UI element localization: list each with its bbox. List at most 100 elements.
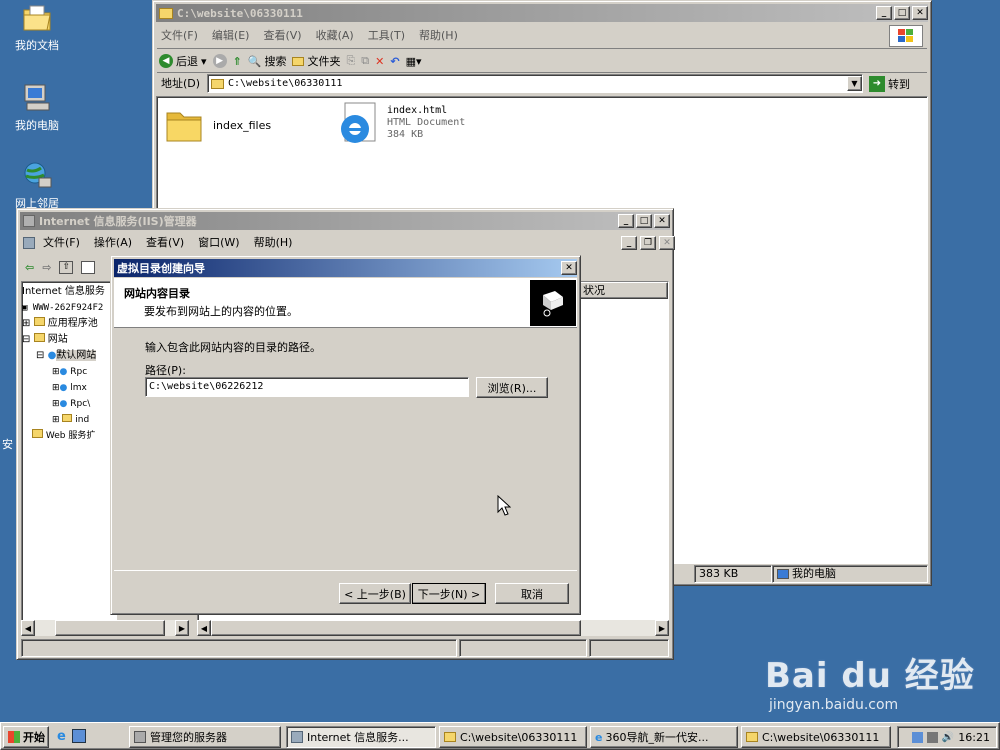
scroll-thumb[interactable] xyxy=(211,620,581,636)
tree-node-rpc[interactable]: ⊞● Rpc xyxy=(22,364,116,380)
folder-icon xyxy=(159,7,173,19)
monitor-tray-icon[interactable] xyxy=(926,731,938,743)
folder-icon xyxy=(166,112,202,142)
desktop-quicklaunch-icon[interactable] xyxy=(71,729,86,743)
tree-node-ind[interactable]: ⊞ ind xyxy=(22,412,116,428)
close-button[interactable]: ✕ xyxy=(654,214,670,228)
clock[interactable]: 16:21 xyxy=(958,731,990,744)
collapse-icon[interactable]: ⊟ xyxy=(22,334,30,345)
scroll-track[interactable] xyxy=(211,620,655,636)
browse-button[interactable]: 浏览(R)... xyxy=(476,377,548,398)
tree-pane[interactable]: Internet 信息服务 ▣ WWW-262F924F2 ⊞ 应用程序池 ⊟ … xyxy=(21,281,117,621)
menu-action[interactable]: 操作(A) xyxy=(94,234,132,252)
menu-help[interactable]: 帮助(H) xyxy=(419,29,458,42)
network-tray-icon[interactable] xyxy=(911,731,923,743)
go-button[interactable]: ➜ 转到 xyxy=(869,74,910,93)
tree-node-root[interactable]: Internet 信息服务 xyxy=(22,284,116,300)
expand-icon[interactable]: ⊞ xyxy=(22,318,30,329)
menu-window[interactable]: 窗口(W) xyxy=(198,234,239,252)
menu-file[interactable]: 文件(F) xyxy=(161,29,198,42)
column-header-status[interactable]: 状况 xyxy=(578,282,668,299)
expand-icon[interactable]: ⊞ xyxy=(52,367,60,377)
ie-quicklaunch-icon[interactable]: e xyxy=(57,729,66,744)
expand-icon[interactable]: ⊞ xyxy=(52,399,60,409)
copy-to-icon[interactable]: ⧉ xyxy=(361,54,369,68)
start-button[interactable]: 开始 xyxy=(3,726,49,748)
menu-view[interactable]: 查看(V) xyxy=(146,234,184,252)
task-server-manager[interactable]: 管理您的服务器 xyxy=(129,726,281,748)
delete-icon[interactable]: ✕ xyxy=(375,55,384,68)
scroll-thumb[interactable] xyxy=(55,620,165,636)
wizard-header: 网站内容目录 要发布到网站上的内容的位置。 xyxy=(114,278,577,328)
globe-icon: ● xyxy=(59,383,68,393)
scroll-track[interactable] xyxy=(35,620,175,636)
menu-edit[interactable]: 编辑(E) xyxy=(212,29,250,42)
tree-node-web-extensions[interactable]: Web 服务扩 xyxy=(22,428,116,444)
minimize-button[interactable]: _ xyxy=(876,6,892,20)
tree-node-server[interactable]: ▣ WWW-262F924F2 xyxy=(22,300,116,316)
task-explorer-2[interactable]: C:\website\06330111 xyxy=(741,726,891,748)
menu-file[interactable]: 文件(F) xyxy=(43,234,80,252)
tree-node-default-site[interactable]: ⊟ ●默认网站 xyxy=(22,348,116,364)
cancel-button[interactable]: 取消 xyxy=(495,583,569,604)
folders-button[interactable]: 文件夹 xyxy=(292,53,340,69)
mdi-close-button[interactable]: ✕ xyxy=(659,236,675,250)
scroll-left-button[interactable]: ◀ xyxy=(21,620,35,636)
tree-node-rpc2[interactable]: ⊞● Rpc\ xyxy=(22,396,116,412)
address-field[interactable]: C:\website\06330111 ▼ xyxy=(207,74,863,93)
desktop-icon-my-computer[interactable]: 我的电脑 xyxy=(2,82,72,133)
task-360-browser[interactable]: e 360导航_新一代安... xyxy=(590,726,738,748)
explorer-titlebar[interactable]: C:\website\06330111 _ □ ✕ xyxy=(156,4,928,22)
desktop-icon-network[interactable]: 网上邻居 xyxy=(2,160,72,211)
close-button[interactable]: ✕ xyxy=(912,6,928,20)
list-item[interactable]: index.html HTML Document 384 KB xyxy=(335,101,465,147)
mdi-minimize-button[interactable]: _ xyxy=(621,236,637,250)
maximize-button[interactable]: □ xyxy=(636,214,652,228)
path-input[interactable]: C:\website\06226212 xyxy=(145,377,469,397)
quick-launch: e xyxy=(57,729,86,744)
menu-tools[interactable]: 工具(T) xyxy=(368,29,405,42)
windows-flag-icon xyxy=(8,731,20,743)
list-item[interactable]: index_files xyxy=(165,107,271,143)
collapse-icon[interactable]: ⊟ xyxy=(36,350,44,361)
folder-icon xyxy=(746,732,758,742)
show-tree-icon[interactable] xyxy=(81,260,96,274)
move-to-icon[interactable]: ⎘ xyxy=(346,54,355,68)
iis-titlebar[interactable]: Internet 信息服务(IIS)管理器 _ □ ✕ xyxy=(20,212,670,230)
forward-icon[interactable]: ▶ xyxy=(212,54,227,68)
tree-node-lmx[interactable]: ⊞● lmx xyxy=(22,380,116,396)
task-iis[interactable]: Internet 信息服务... xyxy=(286,726,436,748)
menu-favorites[interactable]: 收藏(A) xyxy=(316,29,354,42)
expand-icon[interactable]: ⊞ xyxy=(52,415,60,425)
mdi-restore-button[interactable]: ❐ xyxy=(640,236,656,250)
menu-view[interactable]: 查看(V) xyxy=(263,29,301,42)
minimize-button[interactable]: _ xyxy=(618,214,634,228)
taskbar: 开始 e 管理您的服务器 Internet 信息服务... C:\website… xyxy=(0,722,1000,750)
address-dropdown-button[interactable]: ▼ xyxy=(847,76,862,91)
menu-help[interactable]: 帮助(H) xyxy=(254,234,293,252)
scroll-right-button[interactable]: ▶ xyxy=(655,620,669,636)
scroll-right-button[interactable]: ▶ xyxy=(175,620,189,636)
back-arrow-icon[interactable]: ⇦ xyxy=(25,261,34,274)
tree-node-websites[interactable]: ⊟ 网站 xyxy=(22,332,116,348)
back-button[interactable]: ◀ 后退 ▾ xyxy=(159,53,207,69)
task-explorer-1[interactable]: C:\website\06330111 xyxy=(439,726,587,748)
forward-arrow-icon[interactable]: ⇨ xyxy=(42,261,51,274)
up-folder-icon[interactable]: ⇑ xyxy=(233,55,242,68)
search-button[interactable]: 🔍 搜索 xyxy=(248,53,287,69)
next-button[interactable]: 下一步(N) > xyxy=(412,583,486,604)
volume-tray-icon[interactable]: 🔊 xyxy=(942,732,954,743)
desktop-icon-my-documents[interactable]: 我的文档 xyxy=(2,2,72,53)
tree-node-app-pools[interactable]: ⊞ 应用程序池 xyxy=(22,316,116,332)
virtual-directory-wizard[interactable]: 虚拟目录创建向导 ✕ 网站内容目录 要发布到网站上的内容的位置。 输入包含此网站… xyxy=(110,255,581,615)
undo-icon[interactable]: ↶ xyxy=(390,55,399,68)
up-level-icon[interactable]: ⇧ xyxy=(59,260,74,274)
views-icon[interactable]: ▦▾ xyxy=(406,55,422,68)
maximize-button[interactable]: □ xyxy=(894,6,910,20)
globe-icon: ● xyxy=(59,367,68,377)
back-button[interactable]: < 上一步(B) xyxy=(339,583,411,604)
wizard-titlebar[interactable]: 虚拟目录创建向导 ✕ xyxy=(114,259,577,277)
close-button[interactable]: ✕ xyxy=(561,261,577,275)
scroll-left-button[interactable]: ◀ xyxy=(197,620,211,636)
expand-icon[interactable]: ⊞ xyxy=(52,383,60,393)
